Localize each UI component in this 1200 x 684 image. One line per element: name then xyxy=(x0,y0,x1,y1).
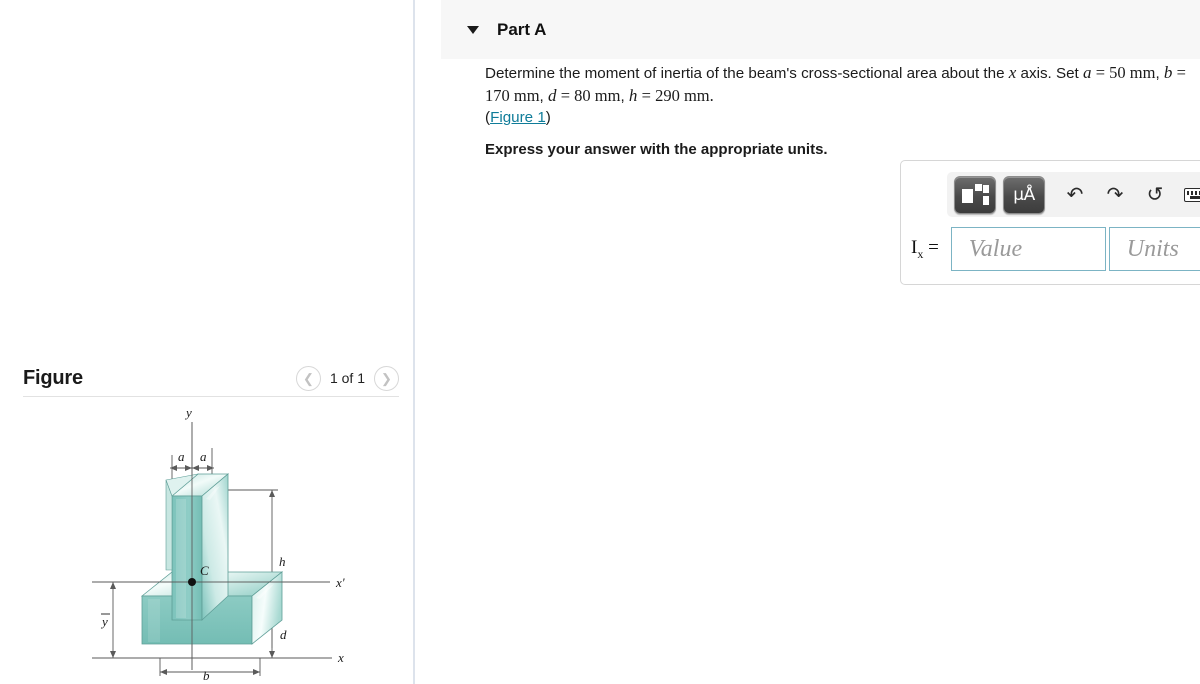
label-y-bar: y xyxy=(100,613,110,629)
question-mid: axis. Set xyxy=(1016,65,1083,82)
answer-toolbar: μÅ ↶ ↷ ↺ ? xyxy=(947,172,1200,217)
svg-text:y: y xyxy=(100,614,108,629)
figure-divider xyxy=(23,396,399,397)
question-sep-3: , xyxy=(620,87,629,105)
units-input[interactable]: Units xyxy=(1108,227,1200,271)
figure-nav: ❮ 1 of 1 ❯ xyxy=(295,365,399,391)
label-a-left: a xyxy=(178,449,185,464)
triangle-down-icon[interactable] xyxy=(467,25,479,34)
centroid-point xyxy=(188,578,196,586)
figure-ref-close: ) xyxy=(545,109,551,126)
label-y-axis: y xyxy=(184,405,192,420)
label-x-prime: x' xyxy=(335,575,345,590)
label-d: d xyxy=(280,627,287,642)
label-h: h xyxy=(279,554,286,569)
label-b: b xyxy=(203,668,210,683)
question-pane: Part A Determine the moment of inertia o… xyxy=(415,0,1200,684)
question-sep-2: , xyxy=(539,87,548,105)
value-input[interactable]: Value xyxy=(950,227,1106,271)
question-lead: Determine the moment of inertia of the b… xyxy=(485,65,1009,82)
units-button[interactable]: μÅ xyxy=(1003,175,1045,214)
question-val-h: = 290 mm xyxy=(641,85,710,105)
answer-row: Ix = Value Units xyxy=(911,227,1200,271)
micro-angstrom-icon: μÅ xyxy=(1013,184,1035,205)
keyboard-icon[interactable] xyxy=(1175,176,1200,214)
redo-icon[interactable]: ↷ xyxy=(1095,176,1135,214)
label-a-right: a xyxy=(200,449,207,464)
math-template-icon xyxy=(961,183,989,206)
label-x-axis: x xyxy=(337,650,344,665)
part-title: Part A xyxy=(497,19,547,39)
label-centroid: C xyxy=(200,563,209,578)
question-val-a: = 50 mm xyxy=(1095,63,1156,82)
question-val-d: = 80 mm xyxy=(560,85,621,105)
figure-title: Figure xyxy=(23,366,83,389)
question-var-h: h xyxy=(628,85,638,105)
figure-pane: Figure ❮ 1 of 1 ❯ y a a C x' x h d b y xyxy=(0,0,413,684)
question-statement: Determine the moment of inertia of the b… xyxy=(485,62,1200,107)
question-sep-1: , xyxy=(1155,65,1164,82)
figure-prev-button[interactable]: ❮ xyxy=(295,365,321,391)
figure-counter: 1 of 1 xyxy=(329,370,365,386)
figure-header: Figure ❮ 1 of 1 ❯ xyxy=(23,358,399,398)
question-var-b: b xyxy=(1163,63,1173,82)
part-a-header[interactable]: Part A xyxy=(441,0,1200,59)
page-root: Figure ❮ 1 of 1 ❯ y a a C x' x h d b y P… xyxy=(0,0,1200,684)
math-template-button[interactable] xyxy=(954,175,996,214)
beam-diagram[interactable]: y a a C x' x h d b y xyxy=(20,400,400,684)
question-var-a: a xyxy=(1083,63,1092,82)
figure-next-button[interactable]: ❯ xyxy=(374,365,399,391)
question-period: . xyxy=(709,85,714,105)
answer-label-equals: = xyxy=(923,236,939,258)
answer-instruction: Express your answer with the appropriate… xyxy=(485,141,828,158)
undo-icon[interactable]: ↶ xyxy=(1055,176,1095,214)
figure-reference: (Figure 1) xyxy=(485,107,1200,128)
answer-widget: μÅ ↶ ↷ ↺ ? Ix = Value Units xyxy=(900,160,1200,285)
reset-icon[interactable]: ↺ xyxy=(1135,176,1175,214)
answer-label: Ix = xyxy=(911,237,939,262)
question-body: Determine the moment of inertia of the b… xyxy=(485,62,1200,158)
figure-1-link[interactable]: Figure 1 xyxy=(490,109,546,126)
question-var-d: d xyxy=(548,85,557,105)
beam-diagram-svg: y a a C x' x h d b y xyxy=(92,405,345,683)
keyboard-glyph xyxy=(1184,187,1200,202)
